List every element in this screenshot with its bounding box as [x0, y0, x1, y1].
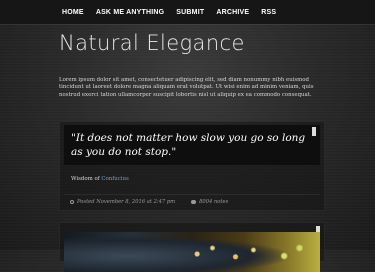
- nav-submit-link[interactable]: SUBMIT: [176, 9, 204, 16]
- post-meta: Posted November 8, 2016 at 2:47 pm 8004 …: [64, 194, 320, 209]
- quote-source-link[interactable]: Confucius: [101, 176, 128, 182]
- blog-title[interactable]: Natural Elegance: [59, 31, 245, 55]
- nav-archive-link[interactable]: ARCHIVE: [216, 9, 249, 16]
- post-date-text[interactable]: Posted November 8, 2016 at 2:47 pm: [77, 199, 175, 205]
- post-corner-tab-icon: [312, 127, 316, 136]
- quote-source: Wisdom of Confucius: [71, 176, 129, 182]
- clock-icon: [70, 200, 74, 204]
- quote-source-prefix: Wisdom of: [71, 176, 102, 182]
- post-photo[interactable]: [64, 232, 320, 272]
- top-navigation-bar: HOME ASK ME ANYTHING SUBMIT ARCHIVE RSS: [0, 0, 375, 24]
- nav-ask-me-anything-link[interactable]: ASK ME ANYTHING: [96, 9, 164, 16]
- quote-text: "It does not matter how slow you go so l…: [71, 132, 306, 158]
- post-notes-text[interactable]: 8004 notes: [199, 199, 228, 205]
- quote-post: "It does not matter how slow you go so l…: [59, 121, 325, 211]
- nav-home-link[interactable]: HOME: [62, 9, 84, 16]
- quote-box: "It does not matter how slow you go so l…: [64, 125, 320, 165]
- photo-post: [59, 222, 325, 272]
- speech-bubble-icon: [191, 200, 197, 204]
- post-date[interactable]: Posted November 8, 2016 at 2:47 pm: [70, 199, 175, 205]
- nav-rss-link[interactable]: RSS: [261, 9, 276, 16]
- post-notes[interactable]: 8004 notes: [191, 199, 228, 205]
- main-nav: HOME ASK ME ANYTHING SUBMIT ARCHIVE RSS: [62, 0, 288, 24]
- blog-description: Lorem ipsum dolor sit amet, consectetuer…: [59, 77, 314, 98]
